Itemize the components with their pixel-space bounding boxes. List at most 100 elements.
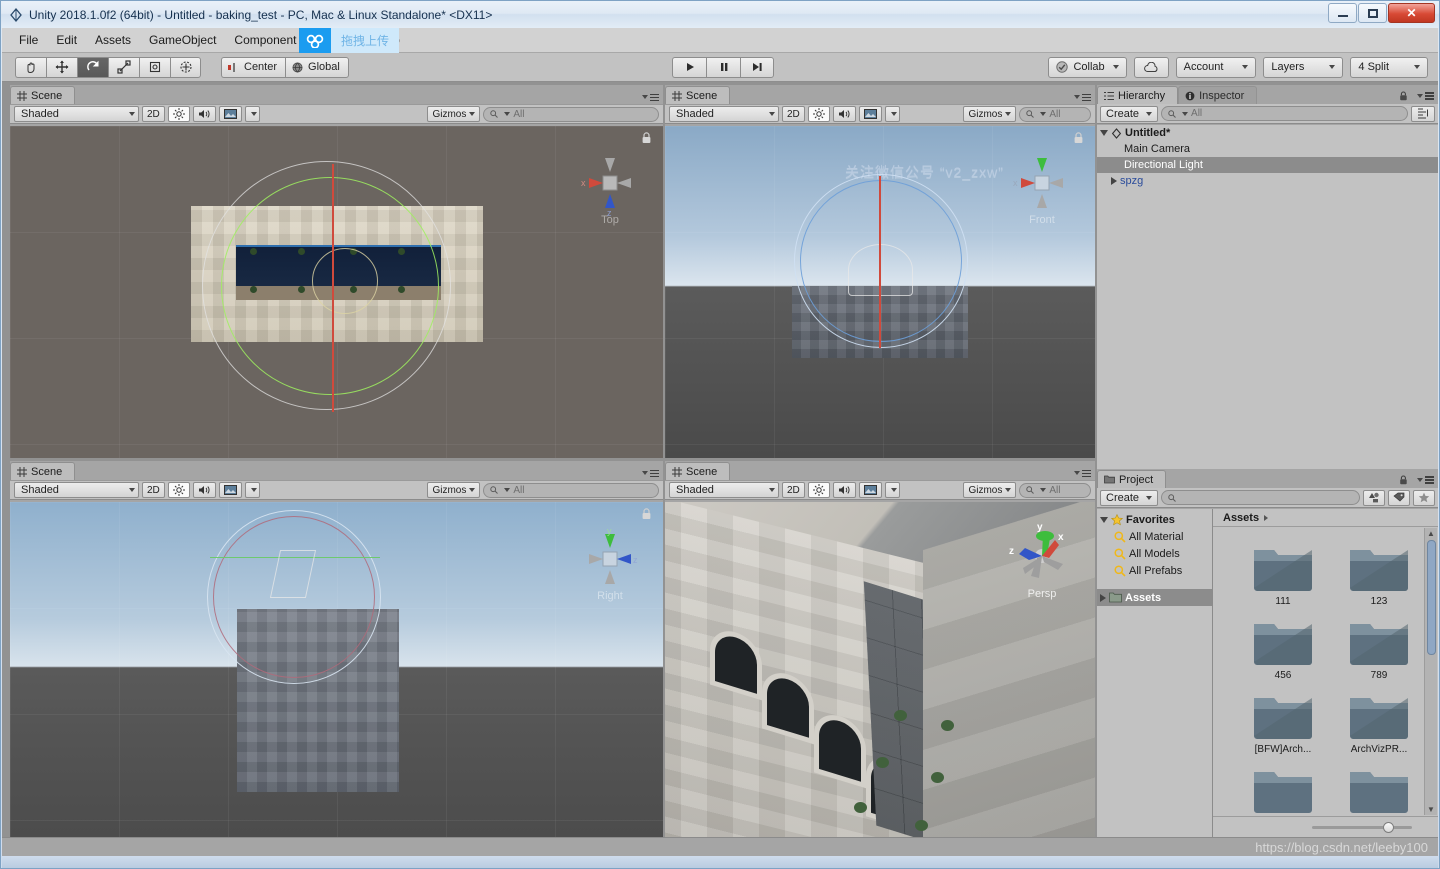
- tab-project[interactable]: Project: [1097, 470, 1166, 488]
- filter-by-type-button[interactable]: [1363, 490, 1385, 506]
- project-search-input[interactable]: [1161, 490, 1360, 505]
- shading-mode-dropdown[interactable]: Shaded: [14, 482, 139, 498]
- shading-mode-dropdown[interactable]: Shaded: [669, 482, 779, 498]
- scene-right-viewport[interactable]: y z Right: [10, 502, 663, 837]
- scroll-down-arrow-icon[interactable]: ▼: [1427, 804, 1435, 815]
- hierarchy-sort-button[interactable]: [1411, 106, 1435, 122]
- minimize-button[interactable]: [1328, 3, 1357, 23]
- scene-search-input[interactable]: All: [1019, 483, 1091, 498]
- hierarchy-search-input[interactable]: All: [1161, 106, 1408, 121]
- scene-lighting-toggle[interactable]: [168, 482, 190, 498]
- menu-gameobject[interactable]: GameObject: [140, 29, 225, 51]
- chevron-down-icon[interactable]: [1100, 130, 1108, 136]
- close-button[interactable]: ✕: [1388, 3, 1435, 23]
- chevron-down-icon[interactable]: [1100, 517, 1108, 523]
- shading-mode-dropdown[interactable]: Shaded: [669, 106, 779, 122]
- scene-persp-viewport[interactable]: y x z Persp: [665, 502, 1095, 837]
- scene-top-tab-menu[interactable]: [639, 94, 659, 102]
- project-favorite-all-prefabs[interactable]: All Prefabs: [1097, 562, 1212, 579]
- scene-top-viewport[interactable]: x z Top: [10, 126, 663, 458]
- project-tab-menu[interactable]: [1399, 475, 1434, 485]
- scene-search-input[interactable]: All: [483, 107, 659, 122]
- menu-component[interactable]: Component: [225, 29, 305, 51]
- 2d-toggle-button[interactable]: 2D: [782, 482, 805, 498]
- tab-scene-right[interactable]: Scene: [10, 462, 75, 480]
- 2d-toggle-button[interactable]: 2D: [142, 482, 165, 498]
- scene-audio-toggle[interactable]: [833, 106, 856, 122]
- scene-view-gizmo-right[interactable]: y z Right: [571, 520, 649, 598]
- scene-front-tab-menu[interactable]: [1071, 94, 1091, 102]
- tab-scene-top[interactable]: Scene: [10, 86, 75, 104]
- filter-by-label-button[interactable]: [1388, 490, 1410, 506]
- scene-fx-dropdown[interactable]: [245, 482, 260, 498]
- tab-scene-persp[interactable]: Scene: [665, 462, 730, 480]
- favorite-star-button[interactable]: [1413, 490, 1435, 506]
- scene-search-input[interactable]: All: [483, 483, 659, 498]
- account-button[interactable]: Account: [1176, 57, 1257, 78]
- project-favorite-all-material[interactable]: All Material: [1097, 528, 1212, 545]
- asset-folder-item[interactable]: [1331, 762, 1424, 814]
- scene-audio-toggle[interactable]: [193, 106, 216, 122]
- asset-folder-item[interactable]: 111: [1235, 540, 1331, 607]
- asset-grid[interactable]: 111 123: [1213, 528, 1424, 815]
- scene-view-gizmo-top[interactable]: x z Top: [571, 144, 649, 222]
- scene-audio-toggle[interactable]: [833, 482, 856, 498]
- scene-fx-toggle[interactable]: [219, 482, 242, 498]
- slider-track[interactable]: [1312, 826, 1412, 829]
- scene-lighting-toggle[interactable]: [808, 482, 830, 498]
- pivot-mode-button[interactable]: Center: [221, 57, 285, 78]
- hierarchy-create-button[interactable]: Create: [1100, 106, 1158, 122]
- scroll-up-arrow-icon[interactable]: ▲: [1427, 528, 1435, 539]
- play-button[interactable]: [672, 57, 706, 78]
- asset-folder-item[interactable]: 123: [1331, 540, 1424, 607]
- hierarchy-tab-menu[interactable]: [1399, 91, 1434, 101]
- hierarchy-tree[interactable]: Untitled* Main Camera Directional Light …: [1097, 125, 1438, 470]
- pause-button[interactable]: [706, 57, 740, 78]
- drag-upload-overlay[interactable]: 拖拽上传: [299, 28, 399, 53]
- scene-search-input[interactable]: All: [1019, 107, 1091, 122]
- gizmos-dropdown[interactable]: Gizmos: [427, 106, 480, 122]
- hierarchy-item-scene[interactable]: Untitled*: [1097, 125, 1438, 141]
- scene-fx-dropdown[interactable]: [245, 106, 260, 122]
- gizmos-dropdown[interactable]: Gizmos: [963, 482, 1016, 498]
- scale-tool-button[interactable]: [108, 57, 139, 78]
- asset-grid-scrollbar[interactable]: ▲ ▼: [1424, 528, 1437, 815]
- scene-fx-toggle[interactable]: [859, 482, 882, 498]
- scene-fx-dropdown[interactable]: [885, 106, 900, 122]
- rect-tool-button[interactable]: [139, 57, 170, 78]
- scene-lighting-toggle[interactable]: [168, 106, 190, 122]
- scene-front-viewport[interactable]: 关注微信公号 “v2_zxw”: [665, 126, 1095, 458]
- layout-button[interactable]: 4 Split: [1350, 57, 1428, 78]
- scene-fx-toggle[interactable]: [859, 106, 882, 122]
- collab-button[interactable]: Collab: [1048, 57, 1126, 78]
- asset-folder-item[interactable]: [BFW]Arch...: [1235, 688, 1331, 755]
- breadcrumb[interactable]: Assets: [1213, 509, 1438, 527]
- asset-folder-item[interactable]: ArchVizPR...: [1331, 688, 1424, 755]
- menu-file[interactable]: File: [10, 29, 47, 51]
- chevron-right-icon[interactable]: [1111, 177, 1117, 185]
- project-favorites-group[interactable]: Favorites: [1097, 511, 1212, 528]
- scene-view-gizmo-persp[interactable]: y x z Persp: [1003, 516, 1081, 594]
- transform-tool-button[interactable]: [170, 57, 201, 78]
- scene-persp-tab-menu[interactable]: [1071, 470, 1091, 478]
- maximize-button[interactable]: [1358, 3, 1387, 23]
- gizmos-dropdown[interactable]: Gizmos: [963, 106, 1016, 122]
- menu-assets[interactable]: Assets: [86, 29, 140, 51]
- chevron-right-icon[interactable]: [1100, 594, 1106, 602]
- step-button[interactable]: [740, 57, 774, 78]
- shading-mode-dropdown[interactable]: Shaded: [14, 106, 139, 122]
- scene-view-gizmo-front[interactable]: x Front: [1003, 144, 1081, 222]
- project-tree[interactable]: Favorites All Material All Models All Pr…: [1097, 509, 1213, 837]
- asset-folder-item[interactable]: 456: [1235, 614, 1331, 681]
- tab-hierarchy[interactable]: Hierarchy: [1097, 86, 1178, 104]
- asset-zoom-slider[interactable]: [1213, 816, 1438, 837]
- scene-fx-toggle[interactable]: [219, 106, 242, 122]
- hierarchy-item-spzg[interactable]: spzg: [1097, 173, 1438, 189]
- services-button[interactable]: [1134, 57, 1169, 78]
- tab-inspector[interactable]: Inspector: [1178, 86, 1257, 104]
- layers-button[interactable]: Layers: [1263, 57, 1343, 78]
- asset-folder-item[interactable]: 789: [1331, 614, 1424, 681]
- scene-audio-toggle[interactable]: [193, 482, 216, 498]
- asset-folder-item[interactable]: [1235, 762, 1331, 814]
- space-mode-button[interactable]: Global: [285, 57, 349, 78]
